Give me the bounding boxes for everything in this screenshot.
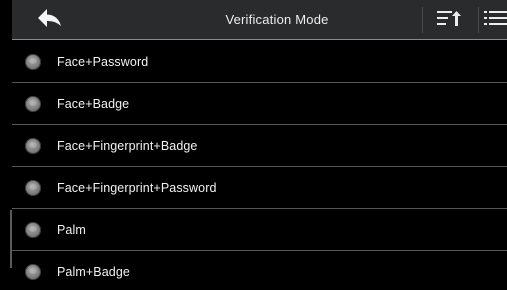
option-label: Face+Fingerprint+Password — [57, 180, 217, 195]
verification-mode-list: Face+Password Face+Badge Face+Fingerprin… — [12, 41, 507, 290]
top-bar: Verification Mode — [12, 0, 507, 40]
radio-button-icon[interactable] — [25, 179, 41, 196]
radio-button-icon[interactable] — [25, 53, 41, 70]
sort-upload-icon — [436, 8, 462, 33]
list-item[interactable]: Face+Badge — [12, 83, 507, 125]
option-label: Face+Password — [57, 54, 149, 69]
sort-button[interactable] — [424, 0, 474, 40]
list-item[interactable]: Face+Password — [12, 41, 507, 83]
radio-button-icon[interactable] — [25, 95, 41, 112]
list-item[interactable]: Palm — [12, 209, 507, 251]
list-item[interactable]: Palm+Badge — [12, 251, 507, 290]
header-divider — [422, 7, 423, 33]
option-label: Palm+Badge — [57, 264, 130, 279]
radio-button-icon[interactable] — [25, 263, 41, 280]
option-label: Face+Fingerprint+Badge — [57, 138, 198, 153]
header-divider — [478, 7, 479, 33]
back-arrow-icon — [37, 8, 63, 33]
menu-button[interactable] — [480, 0, 507, 40]
radio-button-icon[interactable] — [25, 137, 41, 154]
verification-mode-screen: Verification Mode Face+Password Face+Bad… — [0, 0, 507, 290]
list-menu-icon — [482, 8, 507, 33]
list-item[interactable]: Face+Fingerprint+Password — [12, 167, 507, 209]
option-label: Palm — [57, 222, 86, 237]
list-item[interactable]: Face+Fingerprint+Badge — [12, 125, 507, 167]
option-label: Face+Badge — [57, 96, 130, 111]
radio-button-icon[interactable] — [25, 221, 41, 238]
page-title: Verification Mode — [225, 12, 329, 27]
back-button[interactable] — [12, 0, 88, 40]
